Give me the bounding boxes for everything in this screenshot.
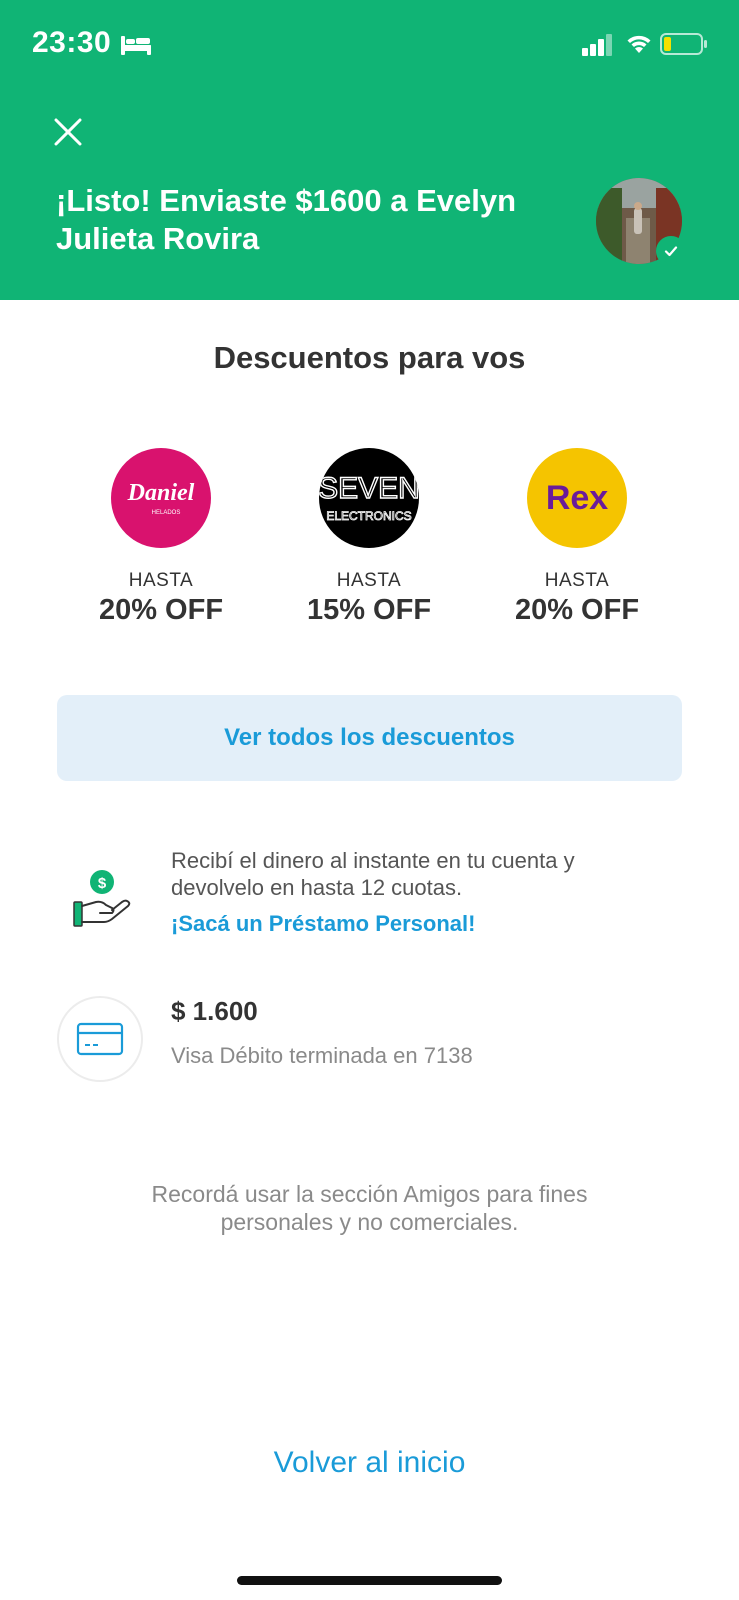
see-all-discounts-button[interactable]: Ver todos los descuentos bbox=[57, 695, 682, 781]
discount-label: HASTA bbox=[128, 570, 194, 591]
discount-label: HASTA bbox=[544, 570, 610, 591]
battery-icon bbox=[660, 33, 707, 55]
signal-icon bbox=[582, 34, 612, 56]
close-icon[interactable] bbox=[50, 114, 86, 150]
verified-check-icon bbox=[656, 236, 686, 266]
discount-value: 20% OFF bbox=[98, 594, 224, 626]
discount-value: 15% OFF bbox=[306, 594, 432, 626]
credit-card-icon bbox=[76, 1022, 124, 1056]
discount-rex[interactable]: Rex HASTA 20% OFF bbox=[477, 448, 677, 627]
discounts-title: Descuentos para vos bbox=[213, 340, 526, 375]
back-to-home-button[interactable]: Volver al inicio bbox=[0, 1446, 739, 1480]
header: 23:30 ¡Listo! Enviaste $1600 a Evelyn Ju… bbox=[0, 0, 739, 300]
seven-logo-text: SEVEN bbox=[319, 472, 419, 505]
home-indicator[interactable] bbox=[237, 1576, 502, 1585]
daniel-logo-text: Daniel bbox=[127, 480, 195, 506]
status-bar: 23:30 bbox=[0, 0, 739, 90]
rex-logo: Rex bbox=[527, 448, 627, 548]
wifi-icon bbox=[627, 35, 651, 53]
payment-method: Visa Débito terminada en 7138 bbox=[171, 1043, 473, 1068]
seven-logo-sub: ELECTRONICS bbox=[326, 509, 411, 523]
daniel-logo: Daniel HELADOS bbox=[111, 448, 211, 548]
status-time: 23:30 bbox=[32, 26, 112, 59]
loan-description: Recibí el dinero al instante en tu cuent… bbox=[171, 848, 575, 900]
personal-loan-link[interactable]: ¡Sacá un Préstamo Personal! bbox=[171, 911, 475, 937]
discount-label: HASTA bbox=[336, 570, 402, 591]
seven-logo: SEVEN ELECTRONICS bbox=[319, 448, 419, 548]
daniel-logo-sub: HELADOS bbox=[152, 510, 181, 516]
card-icon-circle bbox=[57, 996, 143, 1082]
payment-amount: $ 1.600 bbox=[171, 996, 258, 1026]
svg-text:$: $ bbox=[98, 875, 107, 892]
confirmation-title: ¡Listo! Enviaste $1600 a Evelyn Julieta … bbox=[56, 183, 517, 256]
discount-value: 20% OFF bbox=[514, 594, 640, 626]
discount-daniel[interactable]: Daniel HELADOS HASTA 20% OFF bbox=[61, 448, 261, 627]
discount-seven[interactable]: SEVEN ELECTRONICS HASTA 15% OFF bbox=[269, 448, 469, 627]
rex-logo-text: Rex bbox=[546, 479, 608, 517]
bed-icon bbox=[121, 36, 151, 55]
loan-hand-money-icon: $ bbox=[73, 870, 131, 927]
friends-section-reminder: Recordá usar la sección Amigos para fine… bbox=[151, 1181, 588, 1235]
